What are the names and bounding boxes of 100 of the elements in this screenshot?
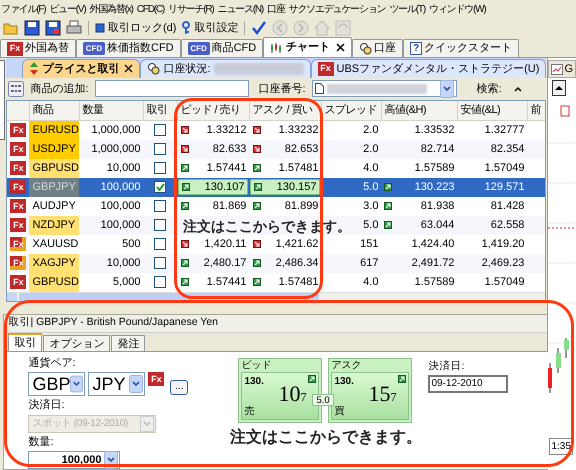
checkbox[interactable] xyxy=(154,219,166,232)
currency-dropdown[interactable]: GBP xyxy=(28,372,86,396)
table-row[interactable]: Fx GBPUSD 10,000 1.57441 1.57481 4.0 1.57589 1.57049 xyxy=(7,158,546,178)
table-row[interactable]: Fx AUDJPY 100,000 81.869 81.899 3.0 81.938 81.428 xyxy=(7,196,546,216)
key-icon xyxy=(181,21,192,35)
tab[interactable]: プライスと取引 xyxy=(22,58,140,78)
tab[interactable]: CFD 株価指数CFD xyxy=(76,39,181,57)
table-cell-text: 151 xyxy=(360,236,378,252)
save-icon xyxy=(24,20,40,36)
table-row[interactable]: Fx GBPUSD 5,000 1.57441 1.57481 4.0 1.57589 1.57049 xyxy=(7,272,546,292)
table-cell-text: 81.428 xyxy=(490,198,526,214)
table-cell-text: 5.0 xyxy=(363,180,378,195)
column-header[interactable]: 取引 xyxy=(143,100,178,120)
table-cell: GBPUSD xyxy=(29,272,80,292)
checkbox[interactable] xyxy=(154,257,166,270)
spread-label: 5.0 xyxy=(312,394,334,406)
checkbox[interactable] xyxy=(154,143,166,156)
annotation-text: 注文はここからできます。 xyxy=(230,430,422,446)
fx-logo: Fx xyxy=(10,199,26,214)
currency-dropdown[interactable]: JPY xyxy=(88,372,146,396)
column-header[interactable]: 安値(&L) xyxy=(457,100,528,120)
scroll-up-icon xyxy=(552,80,566,96)
table-cell-text: XAUUSD xyxy=(31,236,80,252)
field-label: 通貨ペア: xyxy=(28,356,76,370)
column-header[interactable]: ビッド / 売り xyxy=(177,100,250,120)
table-cell: NZDJPY xyxy=(29,216,80,235)
menu-item[interactable]: サクソエデュケーション xyxy=(288,2,386,16)
table-cell-text: 10,000 xyxy=(106,160,142,176)
table-row[interactable]: Fx EURUSD 1,000,000 1.33212 1.33232 2.0 1.33532 1.32777 xyxy=(7,120,546,140)
table-cell-text: 82.714 xyxy=(420,142,454,157)
tab[interactable]: Fx 外国為替 xyxy=(0,39,76,57)
field-label: 検索: xyxy=(476,82,502,97)
checkbox[interactable] xyxy=(154,276,166,288)
checkbox[interactable] xyxy=(154,238,166,250)
checkmark-icon xyxy=(156,183,165,192)
column-header[interactable]: 高値(&H) xyxy=(381,100,458,120)
field-label: 口座番号: xyxy=(258,82,306,97)
menu-item[interactable]: CFD(C) xyxy=(136,2,164,16)
table-cell-text: 100,000 xyxy=(100,198,142,214)
tab[interactable]: ? クイックスタート xyxy=(403,39,520,57)
table-cell-text: 82.354 xyxy=(490,142,526,157)
price-button[interactable]: 130.157 xyxy=(250,179,320,196)
menu-item[interactable]: ウィンドウ(W) xyxy=(428,2,486,16)
tab[interactable]: 口座状況: xyxy=(140,58,310,78)
panel-title: 取引| GBPJPY - British Pound/Japanese Yen xyxy=(8,315,218,330)
column-header[interactable]: スプレッド xyxy=(321,100,382,120)
refresh-icon xyxy=(335,20,352,36)
tab[interactable]: オプション xyxy=(43,334,110,350)
toolbar-icon-button[interactable] xyxy=(23,19,41,37)
more-button[interactable]: ... xyxy=(170,380,188,394)
up-arrow-icon xyxy=(384,221,392,230)
menu-item[interactable]: ニュース(N) xyxy=(218,2,263,16)
checkbox[interactable] xyxy=(154,200,166,212)
table-row[interactable]: Fx GBPJPY 100,000 130.107 130.157 5.0 130.223 129.571 xyxy=(7,178,546,197)
toolbar-button[interactable]: 取引ロック(d) xyxy=(94,19,178,37)
table-cell-text: 1.33232 xyxy=(278,122,320,138)
checkbox[interactable] xyxy=(154,181,166,194)
column-header[interactable]: 数量 xyxy=(79,100,144,120)
table-cell-text: 1.57481 xyxy=(278,274,320,290)
account-dropdown[interactable] xyxy=(312,80,457,98)
column-header[interactable]: アスク / 買い xyxy=(249,100,322,120)
table-cell-text: 10,000 xyxy=(106,256,142,271)
tab[interactable]: 発注 xyxy=(111,334,146,350)
toolbar-icon-button[interactable] xyxy=(44,19,62,37)
table-cell-text: 1,421.62 xyxy=(274,236,320,252)
table-cell-text: 4.0 xyxy=(363,274,378,290)
menu-item[interactable]: ツール(T) xyxy=(389,2,425,16)
table-cell-text: 1.32777 xyxy=(484,122,526,138)
table-cell-text: 81.938 xyxy=(420,198,454,214)
tab[interactable]: Fx UBSファンダメンタル・ストラテジー(U) xyxy=(310,58,546,78)
table-cell-text: 1.57049 xyxy=(484,274,526,290)
table-row[interactable]: Fx USDJPY 1,000,000 82.633 82.653 2.0 82.714 82.354 xyxy=(7,140,546,159)
field-label: 決済日: xyxy=(428,358,466,374)
menu-item[interactable]: 外国為替(x) xyxy=(90,2,133,16)
menu-item[interactable]: リサーチ(R) xyxy=(168,2,214,16)
price-tile[interactable]: アスク 130. 157 買 xyxy=(328,358,412,422)
menu-item[interactable]: ファイル(F) xyxy=(1,2,46,16)
column-header[interactable]: 商品 xyxy=(29,100,80,120)
tab[interactable]: 取引 xyxy=(8,332,42,350)
product-input-field[interactable] xyxy=(94,80,248,98)
menu-item[interactable]: ビュー(V) xyxy=(49,2,86,16)
tab[interactable]: CFD 商品CFD xyxy=(180,39,264,57)
date-field[interactable]: 09-12-2010 xyxy=(428,375,508,394)
chevron-up-icon xyxy=(514,86,522,92)
toolbar-button[interactable]: 取引設定 xyxy=(180,19,240,37)
home-icon xyxy=(314,20,330,36)
tab[interactable]: チャート xyxy=(263,37,352,57)
fx-logo: Fx xyxy=(10,123,26,138)
price-button[interactable]: 130.107 xyxy=(178,179,248,196)
menu-item[interactable]: 口座 xyxy=(266,2,285,16)
table-cell-text: 129.571 xyxy=(484,180,526,195)
tab[interactable]: 口座 xyxy=(352,39,404,57)
checkbox[interactable] xyxy=(154,162,166,174)
table-cell-text: 1,000,000 xyxy=(90,122,142,138)
coins-icon xyxy=(359,42,372,55)
column-header[interactable]: 前 xyxy=(527,100,546,120)
table-cell-text: 500 xyxy=(121,236,142,252)
field-label: 数量: xyxy=(28,434,54,450)
table-cell: USDJPY xyxy=(29,140,80,159)
checkbox[interactable] xyxy=(154,124,166,136)
